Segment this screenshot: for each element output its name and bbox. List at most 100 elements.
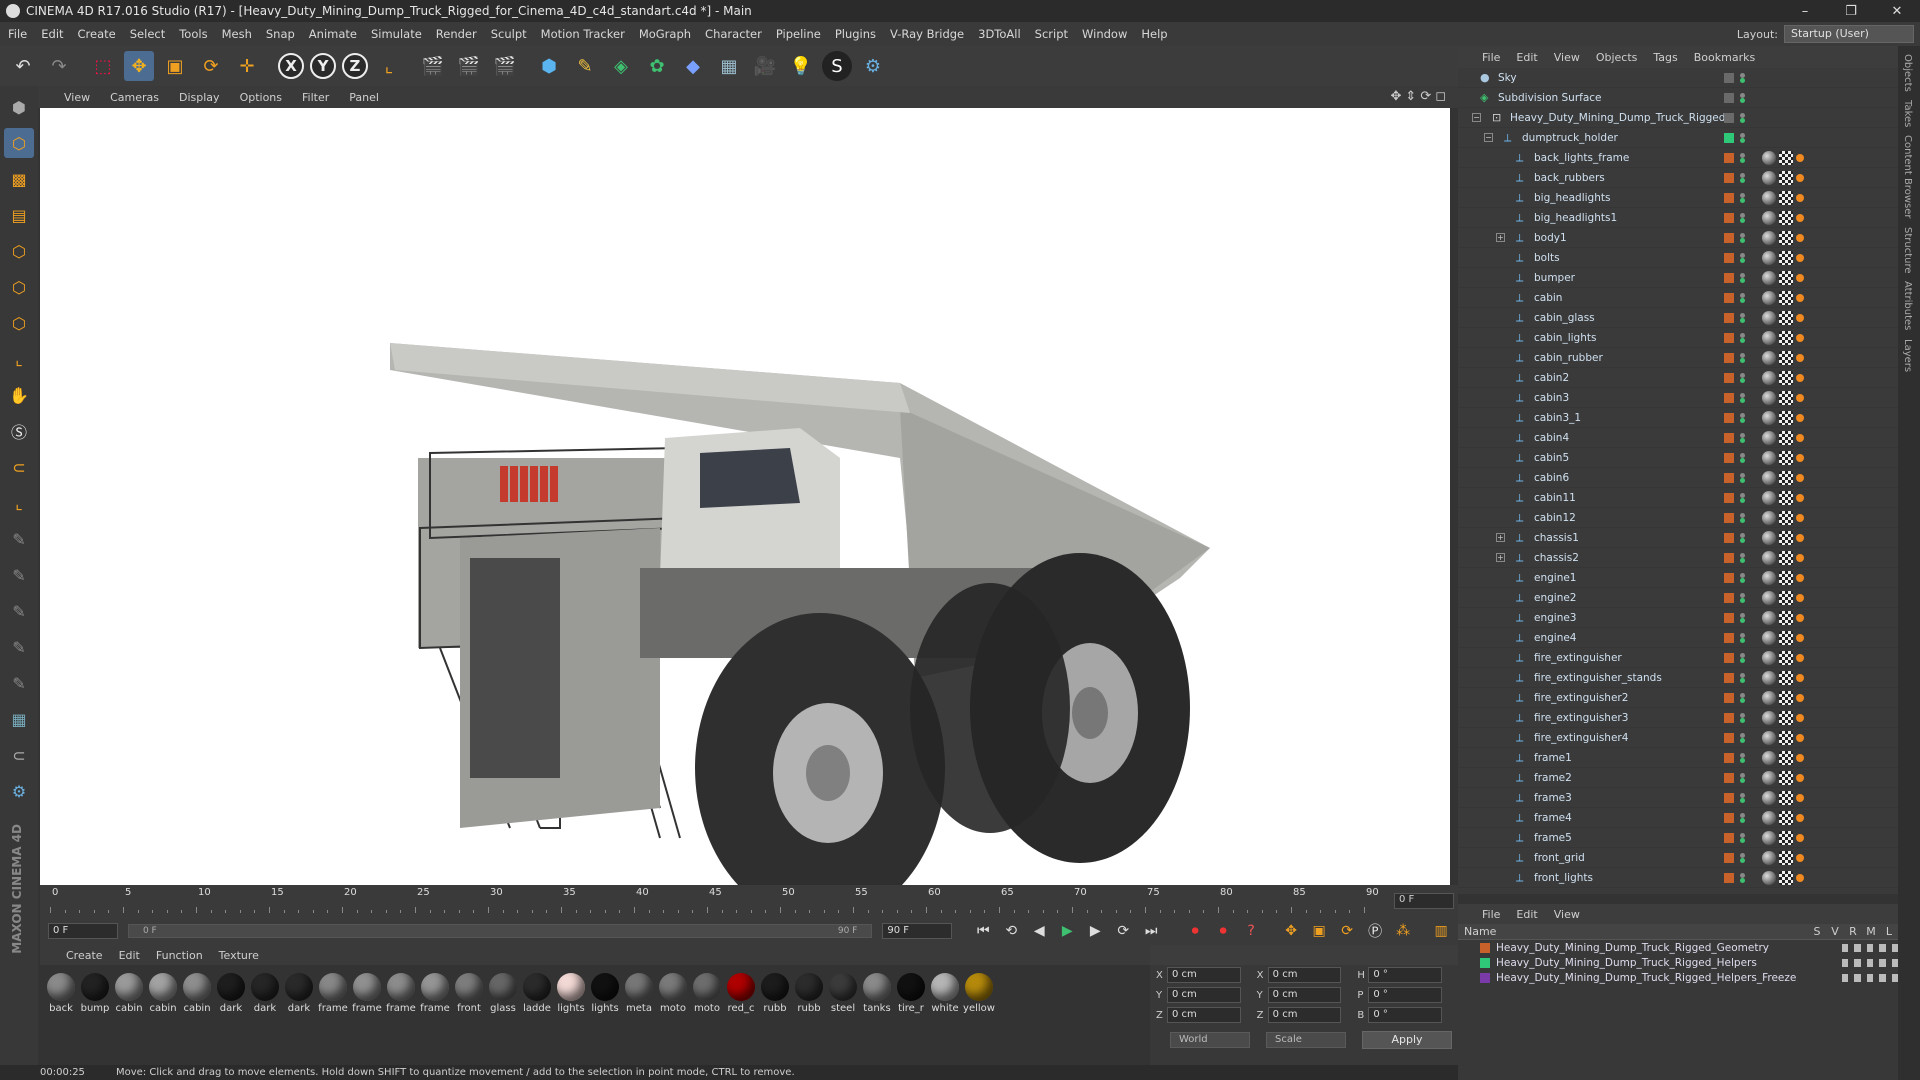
layer-color-swatch[interactable] <box>1724 532 1734 543</box>
render-visibility-dot[interactable] <box>1740 257 1745 263</box>
material-item[interactable]: white <box>928 973 962 1014</box>
cloner-icon[interactable]: ✿ <box>642 51 672 81</box>
maximize-button[interactable]: ❐ <box>1828 0 1874 22</box>
render-visibility-dot[interactable] <box>1740 677 1745 683</box>
render-visibility-dot[interactable] <box>1740 97 1745 103</box>
layer-color-swatch[interactable] <box>1724 292 1734 303</box>
visibility-dots[interactable] <box>1738 692 1747 703</box>
render-visibility-dot[interactable] <box>1740 197 1745 203</box>
render-visibility-dot[interactable] <box>1740 437 1745 443</box>
visibility-dots[interactable] <box>1738 192 1747 203</box>
render-visibility-dot[interactable] <box>1740 537 1745 543</box>
render-visibility-dot[interactable] <box>1740 237 1745 243</box>
visibility-dots[interactable] <box>1738 732 1747 743</box>
menu-create[interactable]: Create <box>78 27 116 41</box>
material-tag-icon[interactable] <box>1762 510 1776 525</box>
material-tag-icon[interactable] <box>1762 650 1776 665</box>
texture-tag-icon[interactable] <box>1779 830 1793 845</box>
object-row[interactable]: ⟂ cabin3 <box>1458 388 1898 408</box>
layer-color-swatch[interactable] <box>1724 412 1734 423</box>
editor-visibility-dot[interactable] <box>1740 732 1745 738</box>
layer-flag-icon[interactable] <box>1854 958 1861 967</box>
visibility-dots[interactable] <box>1738 352 1747 363</box>
layer-flag-icon[interactable] <box>1866 958 1874 967</box>
editor-visibility-dot[interactable] <box>1740 752 1745 758</box>
material-item[interactable]: steel <box>826 973 860 1014</box>
render-visibility-dot[interactable] <box>1740 317 1745 323</box>
object-row[interactable]: ⟂ engine3 <box>1458 608 1898 628</box>
texture-tag-icon[interactable] <box>1779 310 1793 325</box>
live-selection-icon[interactable]: ⬚ <box>88 51 118 81</box>
texture-tag-icon[interactable] <box>1779 490 1793 505</box>
render-visibility-dot[interactable] <box>1740 157 1745 163</box>
editor-visibility-dot[interactable] <box>1740 392 1745 398</box>
object-menu-bookmarks[interactable]: Bookmarks <box>1694 51 1755 64</box>
undo-icon[interactable]: ↶ <box>8 51 38 81</box>
render-visibility-dot[interactable] <box>1740 837 1745 843</box>
texture-tag-icon[interactable] <box>1779 230 1793 245</box>
material-tag-icon[interactable] <box>1762 470 1776 485</box>
coordinate-field[interactable]: 0 cm <box>1166 1007 1241 1023</box>
texture-tag-icon[interactable] <box>1779 250 1793 265</box>
layer-flag-icon[interactable] <box>1879 943 1886 952</box>
ik-tag-icon[interactable] <box>1796 493 1804 502</box>
layer-color-swatch[interactable] <box>1724 772 1734 783</box>
layer-flags[interactable] <box>1842 973 1899 982</box>
material-tag-icon[interactable] <box>1762 330 1776 345</box>
material-tag-icon[interactable] <box>1762 430 1776 445</box>
layer-row[interactable]: Heavy_Duty_Mining_Dump_Truck_Rigged_Help… <box>1458 970 1899 985</box>
previous-frame-icon[interactable]: ◀ <box>1028 920 1050 942</box>
material-tag-icon[interactable] <box>1762 550 1776 565</box>
key-pla-icon[interactable]: ⁂ <box>1392 920 1414 942</box>
material-tag-icon[interactable] <box>1762 570 1776 585</box>
key-position-icon[interactable]: ✥ <box>1280 920 1302 942</box>
menu-tools[interactable]: Tools <box>179 27 207 41</box>
ik-tag-icon[interactable] <box>1796 153 1804 162</box>
layer-flag-icon[interactable] <box>1842 943 1849 952</box>
object-row[interactable]: + ⟂ chassis2 <box>1458 548 1898 568</box>
layer-color-swatch[interactable] <box>1724 512 1734 523</box>
editor-visibility-dot[interactable] <box>1740 312 1745 318</box>
visibility-dots[interactable] <box>1738 652 1747 663</box>
visibility-dots[interactable] <box>1738 852 1747 863</box>
editor-visibility-dot[interactable] <box>1740 452 1745 458</box>
material-tag-icon[interactable] <box>1762 730 1776 745</box>
layer-menu-view[interactable]: View <box>1554 908 1580 921</box>
material-item[interactable]: cabin <box>112 973 146 1014</box>
viewport-navigation-icon[interactable]: ✥⇕⟳◻ <box>1391 89 1450 104</box>
layer-flags[interactable] <box>1842 958 1899 967</box>
start-frame-field[interactable]: 0 F <box>48 923 118 939</box>
object-row[interactable]: ⟂ cabin5 <box>1458 448 1898 468</box>
visibility-dots[interactable] <box>1738 812 1747 823</box>
scale-tool-icon[interactable]: ▣ <box>160 51 190 81</box>
expand-toggle-icon[interactable]: + <box>1496 553 1505 562</box>
layer-color-swatch[interactable] <box>1724 432 1734 443</box>
ik-tag-icon[interactable] <box>1796 713 1804 722</box>
ik-tag-icon[interactable] <box>1796 453 1804 462</box>
visibility-dots[interactable] <box>1738 492 1747 503</box>
ik-tag-icon[interactable] <box>1796 233 1804 242</box>
editor-visibility-dot[interactable] <box>1740 532 1745 538</box>
object-menu-view[interactable]: View <box>1554 51 1580 64</box>
keyframe-selection-icon[interactable]: ? <box>1240 920 1262 942</box>
render-visibility-dot[interactable] <box>1740 477 1745 483</box>
render-visibility-dot[interactable] <box>1740 377 1745 383</box>
visibility-dots[interactable] <box>1738 392 1747 403</box>
editor-visibility-dot[interactable] <box>1740 212 1745 218</box>
layout-dropdown[interactable]: Startup (User) <box>1784 25 1914 43</box>
layer-color-swatch[interactable] <box>1724 852 1734 863</box>
frame-range-slider[interactable]: 0 F 90 F <box>127 924 873 938</box>
material-tag-icon[interactable] <box>1762 170 1776 185</box>
object-row[interactable]: ⟂ big_headlights1 <box>1458 208 1898 228</box>
layer-color-swatch[interactable] <box>1724 112 1734 123</box>
material-tag-icon[interactable] <box>1762 870 1776 885</box>
cube-object-icon[interactable]: ⬢ <box>534 51 564 81</box>
visibility-dots[interactable] <box>1738 232 1747 243</box>
object-row[interactable]: ⟂ engine1 <box>1458 568 1898 588</box>
render-visibility-dot[interactable] <box>1740 457 1745 463</box>
coordinate-field[interactable]: 0 cm <box>1267 1007 1342 1023</box>
material-item[interactable]: frame <box>384 973 418 1014</box>
menu-file[interactable]: File <box>8 27 27 41</box>
go-to-end-icon[interactable]: ⏭ <box>1140 920 1162 942</box>
editor-visibility-dot[interactable] <box>1740 232 1745 238</box>
